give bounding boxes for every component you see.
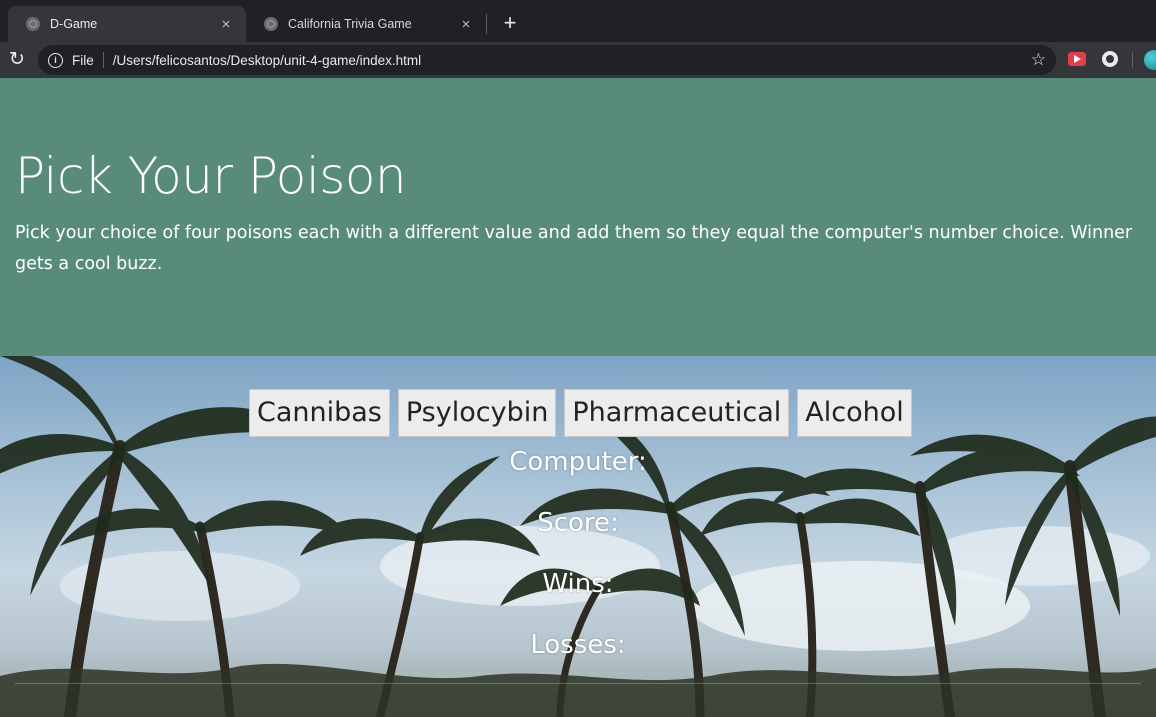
reload-icon[interactable]: ↻: [6, 47, 28, 73]
toolbar-divider: [1132, 52, 1133, 68]
profile-avatar[interactable]: [1144, 50, 1156, 70]
page-description: Pick your choice of four poisons each wi…: [15, 223, 1133, 274]
page-title: Pick Your Poison: [15, 147, 407, 205]
tab-divider: [486, 14, 487, 34]
tab-title: California Trivia Game: [288, 17, 412, 31]
extension-icon[interactable]: [1068, 52, 1086, 66]
address-separator: [102, 52, 104, 68]
tab-california-trivia[interactable]: California Trivia Game ×: [246, 6, 486, 42]
psylocybin-button[interactable]: Psylocybin: [397, 389, 557, 437]
globe-icon: [264, 17, 278, 31]
game-area: Cannibas Psylocybin Pharmaceutical Alcoh…: [0, 356, 1156, 717]
tab-title: D-Game: [50, 17, 98, 31]
browser-toolbar: ↻ i File /Users/felicosantos/Desktop/uni…: [0, 42, 1156, 78]
close-tab-icon[interactable]: ×: [458, 16, 474, 33]
scheme-label: File: [72, 52, 94, 68]
score-label: Score:: [537, 508, 619, 538]
divider-line: [15, 683, 1141, 684]
wins-label: Wins:: [542, 569, 614, 599]
poison-buttons: Cannibas Psylocybin Pharmaceutical Alcoh…: [249, 389, 912, 437]
page-viewport: Pick Your Poison Pick your choice of fou…: [0, 78, 1156, 717]
address-bar[interactable]: i File /Users/felicosantos/Desktop/unit-…: [38, 45, 1056, 75]
computer-number-label: Computer:: [509, 447, 647, 477]
url-text[interactable]: /Users/felicosantos/Desktop/unit-4-game/…: [113, 53, 421, 68]
cannibas-button[interactable]: Cannibas: [249, 389, 390, 437]
tab-strip: D-Game × California Trivia Game × +: [0, 0, 1156, 42]
header-jumbotron: Pick Your Poison Pick your choice of fou…: [0, 78, 1156, 356]
info-icon[interactable]: i: [48, 52, 63, 68]
star-icon[interactable]: ☆: [1031, 48, 1046, 72]
alcohol-button[interactable]: Alcohol: [797, 389, 912, 437]
extension-icon-2[interactable]: [1102, 51, 1118, 67]
close-tab-icon[interactable]: ×: [218, 16, 234, 33]
tab-d-game[interactable]: D-Game ×: [8, 6, 246, 42]
new-tab-button[interactable]: +: [498, 9, 522, 37]
pharmaceutical-button[interactable]: Pharmaceutical: [564, 389, 790, 437]
globe-icon: [26, 17, 40, 31]
losses-label: Losses:: [530, 630, 626, 660]
